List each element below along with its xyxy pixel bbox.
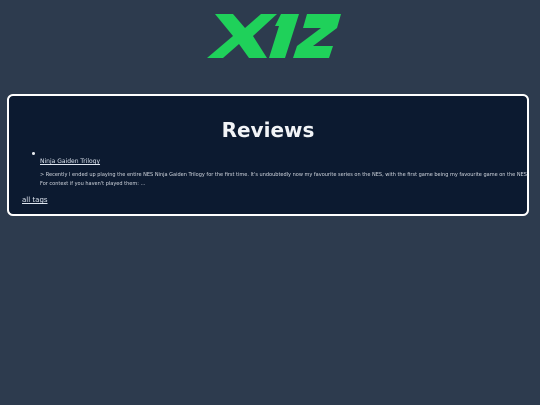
page-title: Reviews [221, 118, 315, 142]
bullet-icon [32, 152, 35, 155]
list-item: Ninja Gaiden Trilogy > Recently I ended … [31, 148, 529, 189]
review-list: Ninja Gaiden Trilogy > Recently I ended … [31, 148, 529, 189]
logo-glyphs [207, 14, 341, 58]
all-tags-link[interactable]: all tags [22, 195, 48, 205]
review-excerpt: > Recently I ended up playing the entire… [40, 172, 529, 187]
site-header [0, 0, 540, 80]
reviews-card: Reviews Ninja Gaiden Trilogy > Recently … [7, 94, 529, 216]
site-logo[interactable] [207, 12, 343, 60]
review-title-link[interactable]: Ninja Gaiden Trilogy [40, 157, 100, 166]
